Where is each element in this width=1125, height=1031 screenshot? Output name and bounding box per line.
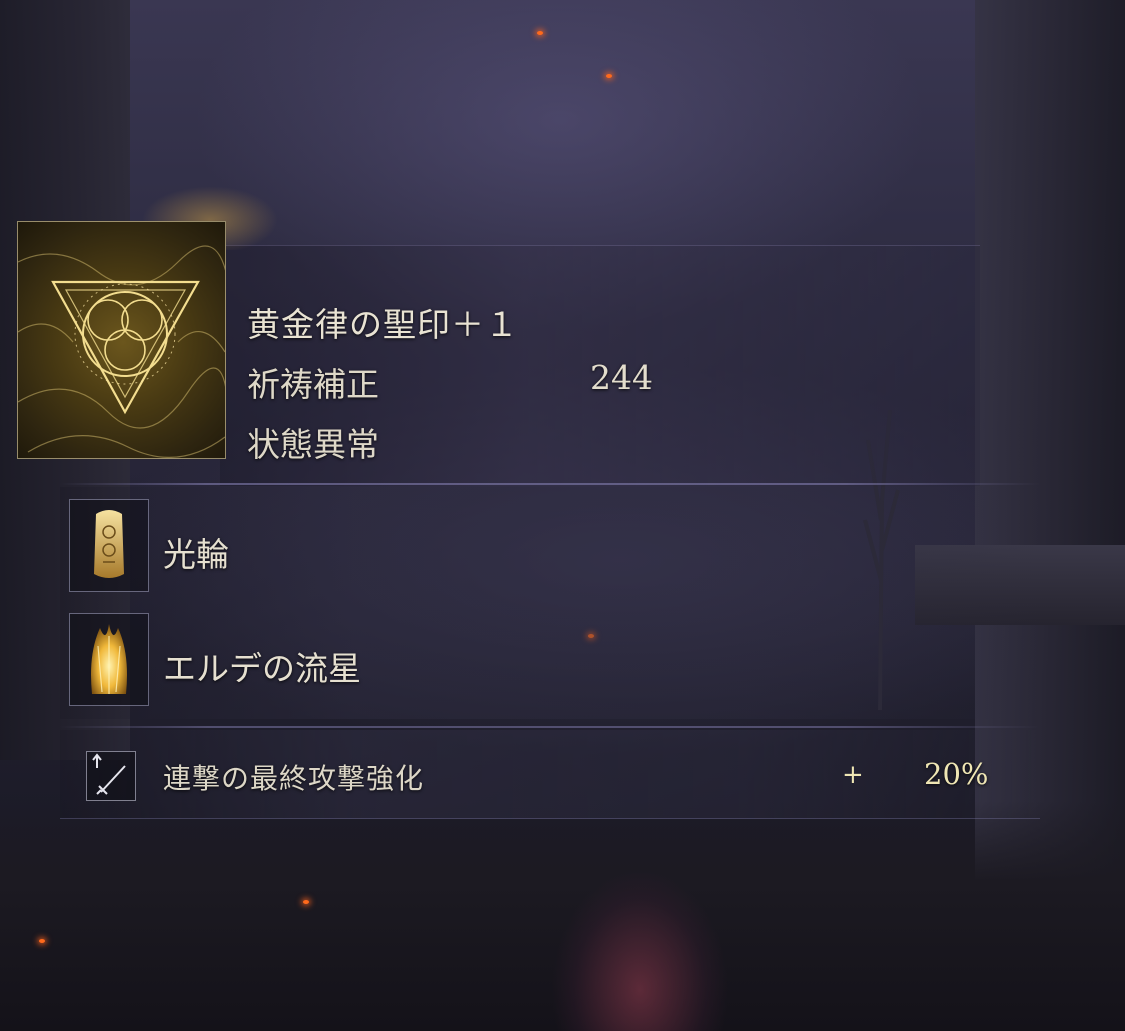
halo-incantation-icon — [94, 510, 124, 578]
sword-boost-icon — [92, 753, 126, 795]
ember-particle — [39, 939, 45, 943]
incant-scaling-value: 244 — [590, 358, 653, 397]
incantation-slot[interactable] — [69, 613, 149, 706]
passive-effect-value: 20% — [924, 757, 989, 791]
ember-particle — [537, 31, 543, 35]
player-character — [530, 820, 750, 1031]
divider — [60, 483, 1040, 485]
game-scene: 黄金律の聖印＋１ 祈祷補正 244 状態異常 光輪 エルデの流星 連撃の最終攻撃… — [0, 0, 1125, 1031]
item-icon-frame[interactable] — [17, 221, 226, 459]
golden-order-seal-icon — [18, 245, 225, 458]
incantation-slot[interactable] — [69, 499, 149, 592]
passive-effect-sign: + — [842, 760, 864, 790]
passive-effect-name: 連撃の最終攻撃強化 — [163, 762, 425, 795]
incantation-name: 光輪 — [163, 535, 229, 574]
ember-particle — [303, 900, 309, 904]
ember-particle — [606, 74, 612, 78]
incantation-name: エルデの流星 — [163, 649, 361, 688]
elden-stars-incantation-icon — [91, 624, 127, 694]
passive-effect-icon-frame — [86, 751, 136, 801]
status-ailment-label: 状態異常 — [247, 425, 379, 464]
divider — [60, 726, 1040, 728]
incant-scaling-label: 祈祷補正 — [247, 365, 379, 404]
item-name: 黄金律の聖印＋１ — [247, 305, 519, 344]
